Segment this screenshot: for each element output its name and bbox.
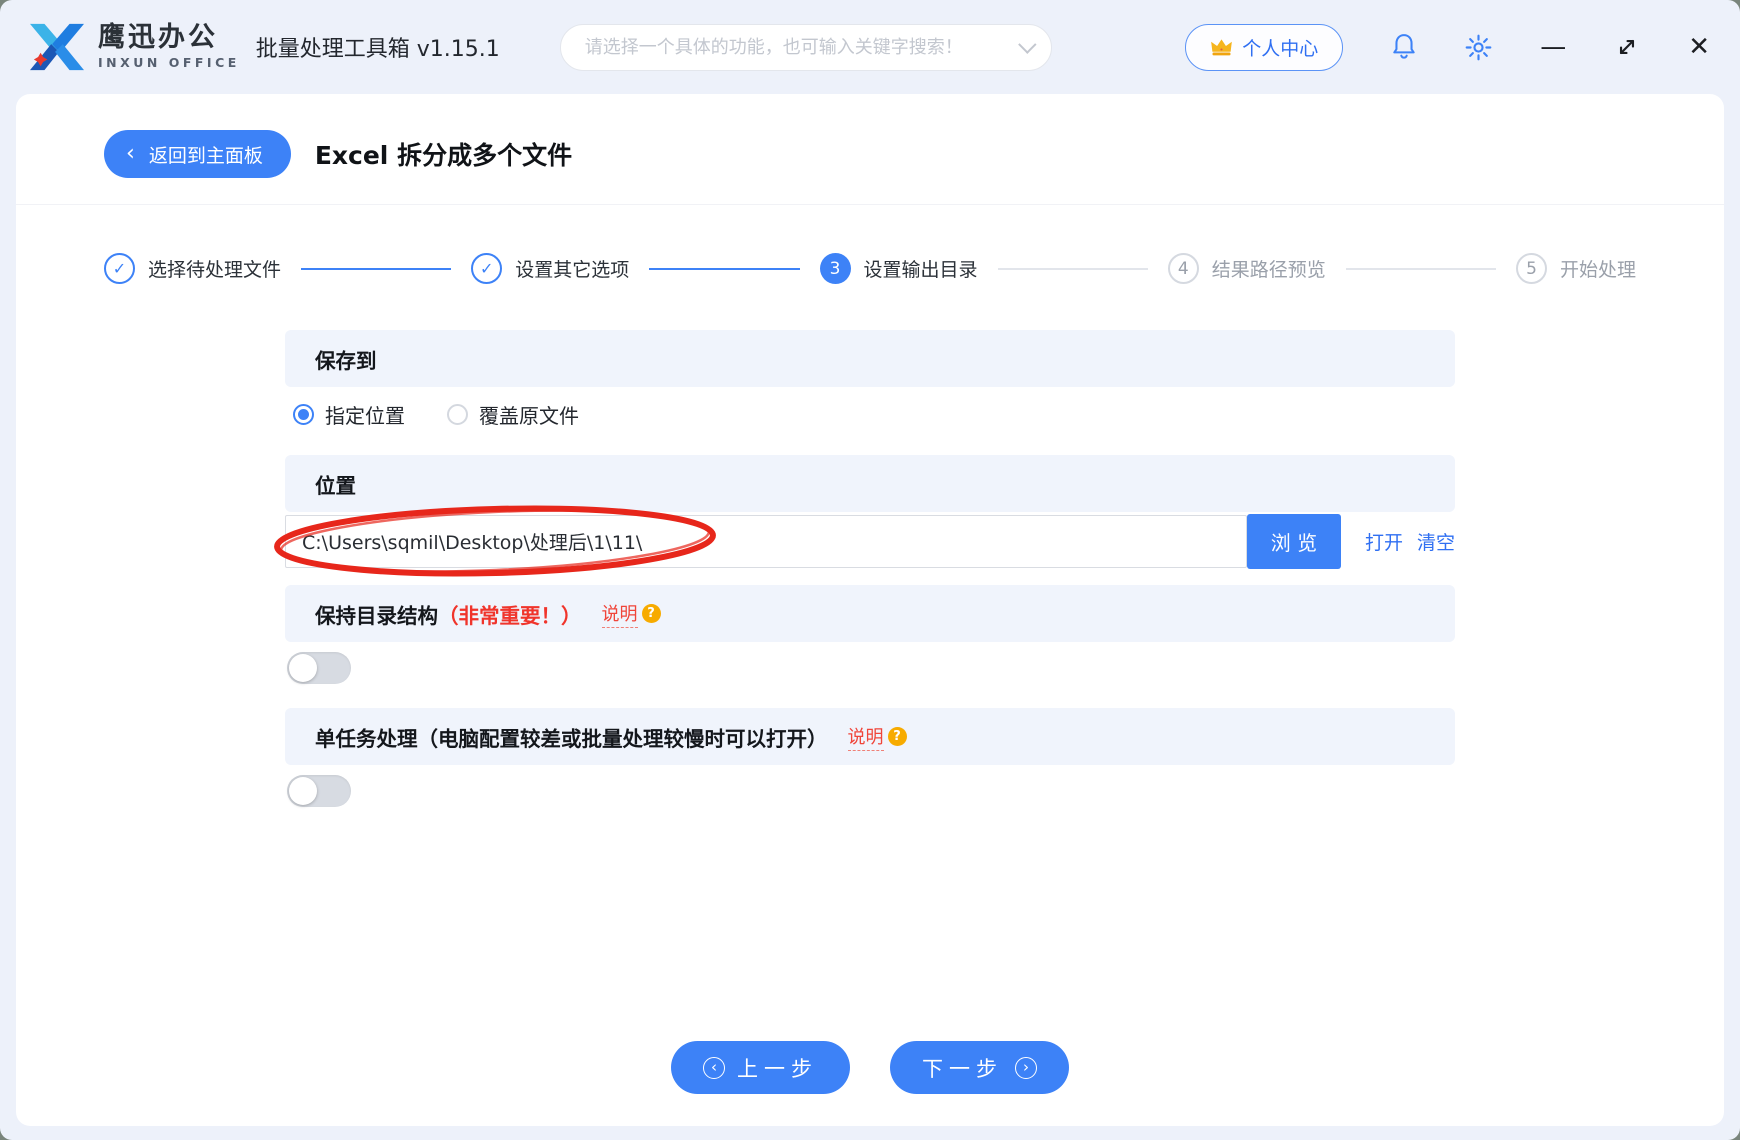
step-indicator: ✓ 选择待处理文件 ✓ 设置其它选项 3 设置输出目录 4 结果路径预览 5 开… <box>16 205 1724 284</box>
step-2-label: 设置其它选项 <box>515 259 630 281</box>
radio-overwrite-label: 覆盖原文件 <box>479 404 579 428</box>
single-task-help-link[interactable]: 说明 <box>847 723 884 751</box>
save-to-section-header: 保存到 <box>285 330 1455 387</box>
step-1-check-icon: ✓ <box>104 253 135 284</box>
crown-icon <box>1211 39 1233 56</box>
radio-selected-icon <box>293 404 314 425</box>
circled-arrow-left-icon: ‹ <box>703 1056 725 1079</box>
maximize-button[interactable] <box>1614 34 1640 60</box>
question-mark-icon[interactable]: ? <box>641 604 661 623</box>
step-2-check-icon: ✓ <box>471 253 503 284</box>
next-step-label: 下一步 <box>922 1056 1003 1081</box>
search-input[interactable] <box>584 36 1018 58</box>
step-5-label: 开始处理 <box>1560 259 1637 281</box>
single-task-title: 单任务处理（电脑配置较差或批量处理较慢时可以打开） <box>315 726 828 751</box>
single-task-toggle[interactable] <box>287 775 351 807</box>
location-section-header: 位置 <box>285 455 1455 512</box>
app-window: 鹰迅办公 INXUN OFFICE 批量处理工具箱 v1.15.1 个人中心 <box>0 0 1740 1140</box>
step-connector <box>301 267 452 270</box>
browse-button[interactable]: 浏 览 <box>1246 514 1341 569</box>
step-connector <box>1345 267 1496 270</box>
step-2: ✓ 设置其它选项 <box>471 253 629 284</box>
step-5-number: 5 <box>1516 253 1547 284</box>
panel-header: ‹ 返回到主面板 Excel 拆分成多个文件 <box>16 94 1724 205</box>
step-3-number: 3 <box>819 253 851 284</box>
step-connector <box>649 267 800 270</box>
brand-name-cn: 鹰迅办公 <box>98 22 218 54</box>
function-search-select[interactable] <box>559 23 1052 71</box>
output-path-input[interactable] <box>285 515 1247 568</box>
radio-overwrite-original[interactable]: 覆盖原文件 <box>447 400 579 429</box>
keep-structure-help-link[interactable]: 说明 <box>601 600 638 628</box>
notifications-button[interactable] <box>1391 33 1417 61</box>
step-1-label: 选择待处理文件 <box>148 259 282 281</box>
settings-button[interactable] <box>1465 34 1492 61</box>
output-path-row: 浏 览 打开 清空 <box>274 505 1455 577</box>
step-4: 4 结果路径预览 <box>1167 253 1326 284</box>
user-center-button[interactable]: 个人中心 <box>1185 23 1344 71</box>
location-title: 位置 <box>315 473 356 498</box>
circled-arrow-right-icon: › <box>1015 1056 1037 1079</box>
open-folder-link[interactable]: 打开 <box>1365 528 1403 555</box>
step-4-number: 4 <box>1167 253 1199 284</box>
clear-path-link[interactable]: 清空 <box>1417 528 1455 555</box>
single-task-section-header: 单任务处理（电脑配置较差或批量处理较慢时可以打开） 说明 ? <box>285 708 1455 765</box>
back-to-dashboard-button[interactable]: ‹ 返回到主面板 <box>104 130 291 178</box>
title-bar: 鹰迅办公 INXUN OFFICE 批量处理工具箱 v1.15.1 个人中心 <box>0 0 1740 94</box>
step-5: 5 开始处理 <box>1516 253 1636 284</box>
radio-specified-location[interactable]: 指定位置 <box>293 400 405 429</box>
gear-icon <box>1465 34 1492 60</box>
user-center-label: 个人中心 <box>1242 37 1319 60</box>
settings-form: 保存到 指定位置 覆盖原文件 位置 浏 览 打开 清空 <box>274 330 1455 807</box>
header-actions: 个人中心 — ✕ <box>1185 23 1710 71</box>
keep-structure-important: （非常重要！） <box>438 603 582 628</box>
step-connector <box>997 267 1148 270</box>
next-step-button[interactable]: 下一步 › <box>890 1041 1069 1094</box>
step-3: 3 设置输出目录 <box>819 253 978 284</box>
expand-icon <box>1620 39 1635 55</box>
back-button-label: 返回到主面板 <box>148 144 263 167</box>
keep-structure-title: 保持目录结构 <box>315 603 438 628</box>
wizard-nav: ‹ 上一步 下一步 › <box>16 1041 1724 1094</box>
previous-step-button[interactable]: ‹ 上一步 <box>671 1041 850 1094</box>
keep-structure-toggle[interactable] <box>287 652 351 684</box>
radio-specified-label: 指定位置 <box>325 404 405 428</box>
question-mark-icon[interactable]: ? <box>887 727 907 746</box>
close-button[interactable]: ✕ <box>1688 34 1710 60</box>
save-to-title: 保存到 <box>315 348 377 373</box>
main-panel: ‹ 返回到主面板 Excel 拆分成多个文件 ✓ 选择待处理文件 ✓ 设置其它选… <box>16 94 1724 1126</box>
keep-structure-section-header: 保持目录结构 （非常重要！） 说明 ? <box>285 585 1455 642</box>
brand-name-en: INXUN OFFICE <box>98 54 240 70</box>
logo-x-icon <box>30 23 84 71</box>
step-1: ✓ 选择待处理文件 <box>104 253 281 284</box>
chevron-down-icon <box>1017 34 1037 54</box>
toggle-knob <box>289 777 317 805</box>
chevron-left-icon: ‹ <box>126 141 135 166</box>
toggle-knob <box>289 654 317 682</box>
radio-unselected-icon <box>447 404 468 425</box>
bell-icon <box>1393 34 1415 59</box>
minimize-button[interactable]: — <box>1540 34 1566 60</box>
app-title: 批量处理工具箱 v1.15.1 <box>255 37 500 62</box>
minimize-icon: — <box>1540 32 1567 62</box>
save-to-options: 指定位置 覆盖原文件 <box>293 400 1455 429</box>
brand-text: 鹰迅办公 INXUN OFFICE <box>98 22 240 70</box>
page-title: Excel 拆分成多个文件 <box>314 141 573 170</box>
step-4-label: 结果路径预览 <box>1211 259 1326 281</box>
step-3-label: 设置输出目录 <box>863 259 978 281</box>
close-icon: ✕ <box>1688 32 1710 62</box>
previous-step-label: 上一步 <box>737 1056 818 1081</box>
app-logo: 鹰迅办公 INXUN OFFICE <box>26 20 240 74</box>
